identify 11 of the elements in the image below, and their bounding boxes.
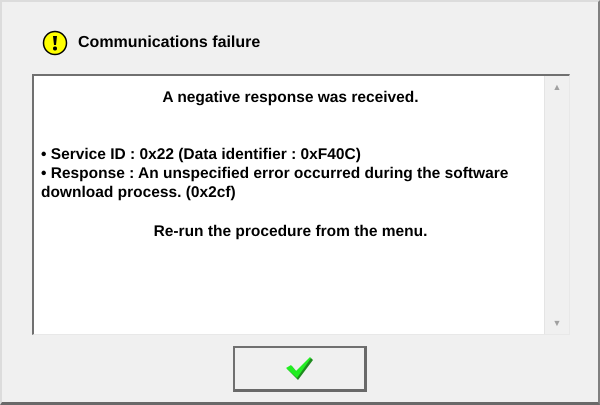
checkmark-icon [286, 356, 314, 380]
scroll-down-arrow[interactable]: ▼ [552, 318, 562, 328]
warning-icon [42, 30, 68, 56]
scrollbar[interactable]: ▲ ▼ [544, 76, 569, 334]
dialog-title: Communications failure [78, 34, 260, 52]
scroll-up-arrow[interactable]: ▲ [552, 82, 562, 92]
bullet-text: • Response : An unspecified error occurred during the software download process. (0x2cf) [41, 164, 510, 202]
bullet-text: • Service ID : 0x22 (Data identifier : 0xF40C) [41, 145, 362, 164]
ok-button[interactable] [233, 346, 367, 392]
instruction-text: Re-run the procedure from the menu. [152, 222, 428, 241]
message-heading: A negative response was received. [161, 88, 420, 107]
